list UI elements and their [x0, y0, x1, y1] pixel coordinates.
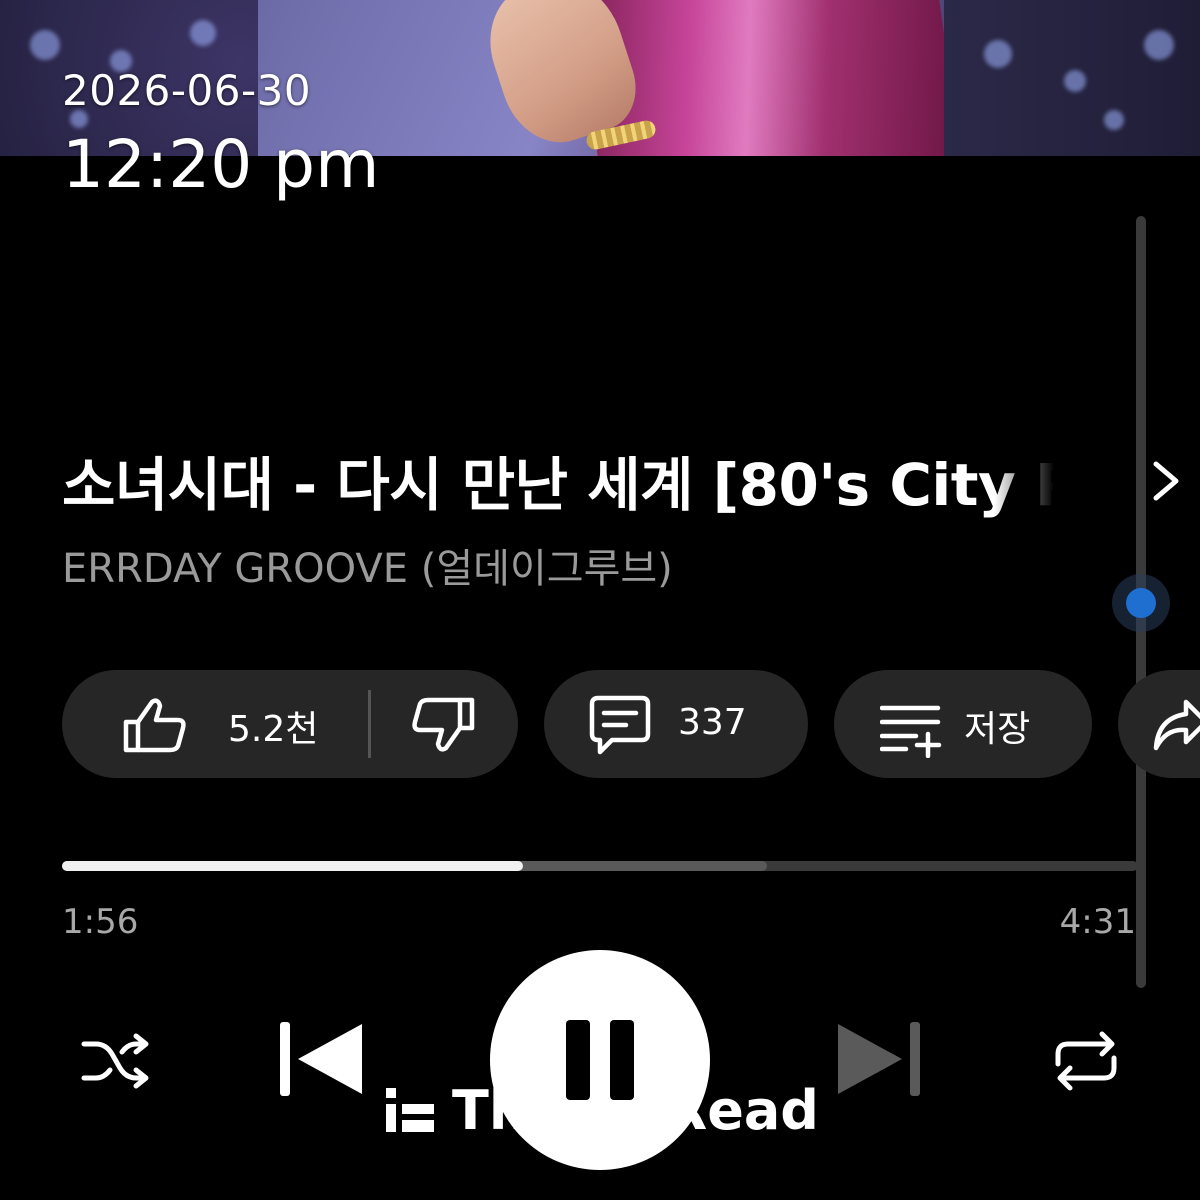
total-time: 4:31 [1059, 902, 1136, 942]
elapsed-time: 1:56 [62, 902, 139, 942]
song-title: 소녀시대 - 다시 만난 세계 [80's City Pop Ver.] [62, 451, 1054, 519]
progress-bar[interactable] [62, 861, 1138, 871]
chevron-right-icon[interactable] [1148, 458, 1184, 504]
playlist-add-icon [880, 705, 942, 758]
comments-button[interactable]: 337 [544, 670, 808, 778]
pause-icon [566, 1020, 634, 1100]
save-button[interactable]: 저장 [834, 670, 1092, 778]
pause-button[interactable] [490, 950, 710, 1170]
song-title-row[interactable]: 소녀시대 - 다시 만난 세계 [80's City Pop Ver.] [62, 440, 1179, 520]
save-label: 저장 [964, 709, 1031, 750]
like-count[interactable]: 5.2천 [228, 700, 318, 752]
progress-fill [62, 861, 523, 871]
thumbs-up-icon[interactable] [122, 696, 188, 754]
next-icon[interactable] [834, 1020, 924, 1098]
previous-icon[interactable] [276, 1020, 366, 1098]
share-icon [1153, 699, 1200, 751]
player-screen: 2026-06-30 12:20 pm 소녀시대 - 다시 만난 세계 [80'… [0, 0, 1200, 1200]
threadread-logo-icon [386, 1088, 434, 1132]
scroll-handle[interactable] [1112, 574, 1170, 632]
comment-count: 337 [678, 702, 747, 743]
share-button[interactable] [1118, 670, 1200, 778]
pill-divider [368, 690, 371, 758]
date-label: 2026-06-30 [62, 66, 312, 115]
time-label: 12:20 pm [62, 126, 380, 203]
comment-icon [589, 695, 651, 755]
shuffle-icon[interactable] [80, 1030, 152, 1092]
like-dislike-pill: 5.2천 [62, 670, 518, 778]
artist-name[interactable]: ERRDAY GROOVE (얼데이그루브) [62, 536, 673, 594]
repeat-icon[interactable] [1050, 1030, 1122, 1092]
thumbs-down-icon[interactable] [410, 696, 476, 754]
